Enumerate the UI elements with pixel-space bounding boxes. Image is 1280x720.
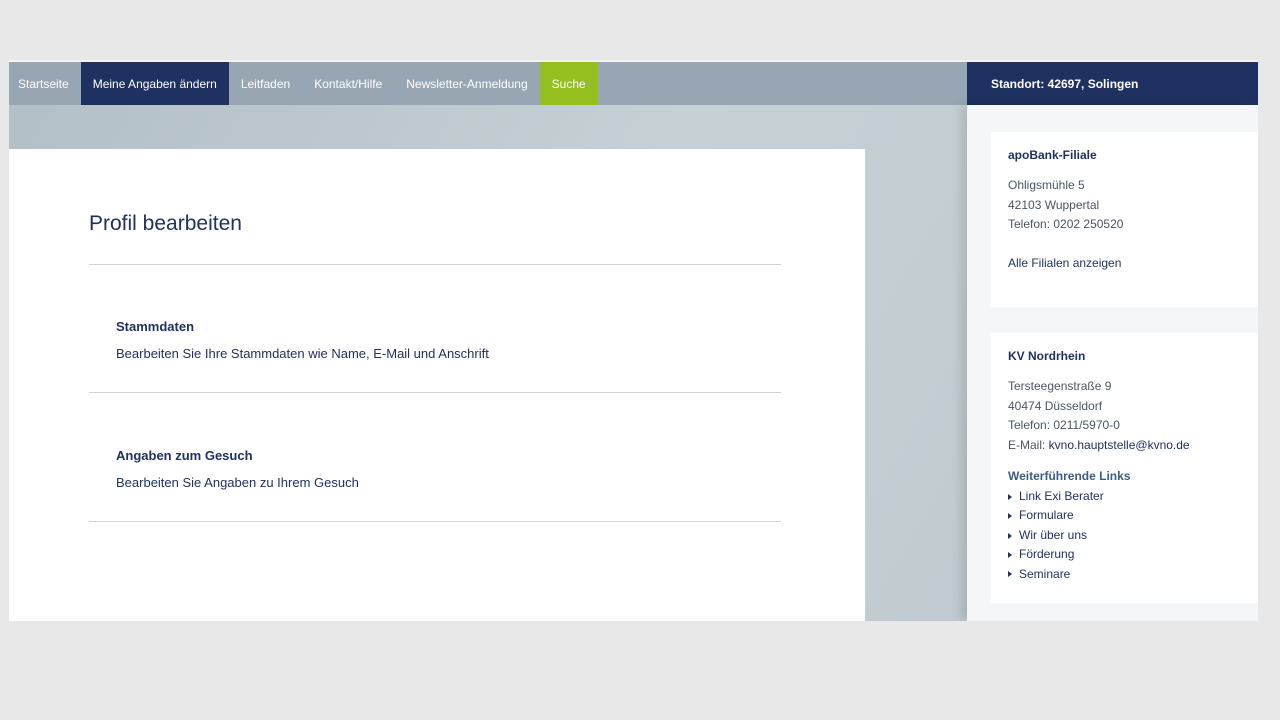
section-stammdaten-description: Bearbeiten Sie Ihre Stammdaten wie Name,…: [116, 346, 489, 361]
further-link-label: Link Exi Berater: [1019, 489, 1104, 503]
location-bar: Standort: 42697, Solingen: [967, 62, 1258, 105]
divider: [89, 392, 781, 393]
triangle-right-icon: [1008, 493, 1012, 500]
further-link-label: Wir über uns: [1019, 527, 1088, 542]
further-link-label: Förderung: [1019, 547, 1075, 562]
bank-street: Ohligsmühle 5: [1008, 178, 1085, 192]
location-label: Standort: 42697, Solingen: [991, 76, 1139, 91]
triangle-right-icon: [1008, 551, 1012, 558]
top-navigation: Startseite Meine Angaben ändern Leitfade…: [9, 62, 967, 105]
nav-item-kontakt-hilfe[interactable]: Kontakt/Hilfe: [302, 62, 394, 105]
triangle-right-icon: [1008, 513, 1012, 520]
kv-email-line: E-Mail: kvno.hauptstelle@kvno.de: [1008, 436, 1241, 456]
kv-phone: Telefon: 0211/5970-0: [1008, 418, 1120, 432]
kv-email-link[interactable]: kvno.hauptstelle@kvno.de: [1049, 438, 1190, 452]
bank-branch-card: apoBank-Filiale Ohligsmühle 5 42103 Wupp…: [991, 132, 1258, 307]
kv-street: Tersteegenstraße 9: [1008, 379, 1112, 393]
further-link-label: Seminare: [1019, 566, 1071, 581]
bank-phone: Telefon: 0202 250520: [1008, 217, 1124, 231]
triangle-right-icon: [1008, 532, 1012, 539]
further-link-label: Formulare: [1019, 508, 1074, 523]
triangle-right-icon: [1008, 571, 1012, 578]
page-title: Profil bearbeiten: [89, 212, 242, 235]
nav-item-startseite[interactable]: Startseite: [9, 62, 81, 105]
further-link-seminare[interactable]: Seminare: [1008, 565, 1241, 584]
nav-item-newsletter[interactable]: Newsletter-Anmeldung: [394, 62, 539, 105]
section-gesuch-description: Bearbeiten Sie Angaben zu Ihrem Gesuch: [116, 475, 359, 490]
divider: [89, 521, 781, 522]
section-gesuch-heading[interactable]: Angaben zum Gesuch: [116, 448, 253, 463]
bank-card-title: apoBank-Filiale: [1008, 148, 1097, 162]
sidebar: apoBank-Filiale Ohligsmühle 5 42103 Wupp…: [967, 105, 1258, 621]
all-branches-link[interactable]: Alle Filialen anzeigen: [1008, 254, 1241, 274]
kv-card-title: KV Nordrhein: [1008, 349, 1086, 363]
further-link-exi-berater[interactable]: Link Exi Berater: [1008, 487, 1241, 506]
nav-item-meine-angaben[interactable]: Meine Angaben ändern: [80, 62, 229, 105]
nav-item-suche[interactable]: Suche: [539, 62, 598, 105]
nav-item-leitfaden[interactable]: Leitfaden: [229, 62, 302, 105]
further-link-formulare[interactable]: Formulare: [1008, 506, 1241, 525]
further-links-title: Weiterführende Links: [1008, 469, 1131, 483]
divider: [89, 264, 781, 265]
main-content: Profil bearbeiten Stammdaten Bearbeiten …: [9, 149, 865, 621]
section-stammdaten-heading[interactable]: Stammdaten: [116, 319, 194, 334]
kv-email-label: E-Mail:: [1008, 437, 1049, 452]
browser-content: Startseite Meine Angaben ändern Leitfade…: [9, 60, 1258, 621]
further-link-foerderung[interactable]: Förderung: [1008, 545, 1241, 564]
kv-card: KV Nordrhein Tersteegenstraße 9 40474 Dü…: [991, 333, 1258, 603]
further-link-wir-ueber-uns[interactable]: Wir über uns: [1008, 526, 1241, 545]
bank-city: 42103 Wuppertal: [1008, 197, 1100, 212]
kv-city: 40474 Düsseldorf: [1008, 398, 1103, 413]
